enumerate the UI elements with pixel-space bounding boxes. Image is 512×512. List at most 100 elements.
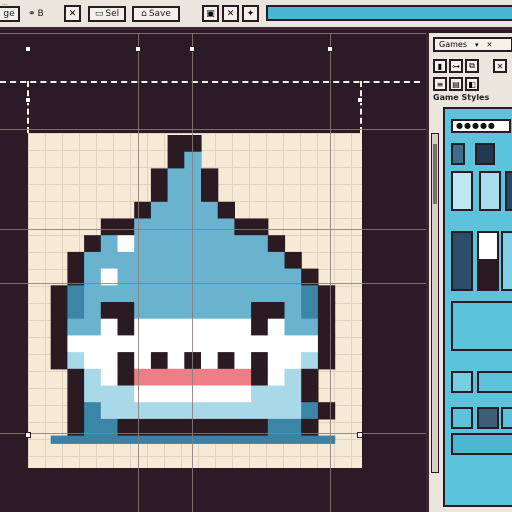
sprite-pixel <box>167 251 185 270</box>
copy-button[interactable]: ⧉ <box>465 59 479 73</box>
grid-line <box>0 229 426 230</box>
undo-button[interactable]: ⚭ B <box>28 6 44 22</box>
sprite-pixel <box>100 368 119 387</box>
sprite-pixel <box>217 285 235 303</box>
sprite-pixel <box>217 302 235 320</box>
sprite-pixel <box>234 235 252 253</box>
sprite-pixel <box>284 402 302 420</box>
sprite-pixel <box>217 402 235 420</box>
sprite-pixel <box>217 352 235 370</box>
sprite-pixel <box>251 235 269 253</box>
style-swatch[interactable] <box>477 371 512 393</box>
style-swatch[interactable] <box>501 231 512 291</box>
sprite-pixel <box>217 235 235 253</box>
sprite-pixel <box>100 352 119 370</box>
sprite-pixel <box>117 435 135 444</box>
sprite-pixel <box>217 251 235 270</box>
link-button[interactable]: ⊶ <box>449 59 463 73</box>
pixel-canvas[interactable] <box>28 133 362 468</box>
sprite-pixel <box>301 435 319 444</box>
style-swatch[interactable] <box>475 143 495 165</box>
panel-scrollbar[interactable] <box>431 133 439 473</box>
sprite-pixel <box>234 285 252 303</box>
sprite-pixel <box>234 318 252 336</box>
sprite-pixel <box>67 302 85 320</box>
sprite-pixel <box>201 335 219 353</box>
style-swatch[interactable] <box>501 407 512 429</box>
edge-button[interactable]: ge <box>0 6 20 22</box>
sprite-pixel <box>234 335 252 353</box>
delete-button[interactable]: ✕ <box>493 59 507 73</box>
resize-handle[interactable] <box>25 46 31 52</box>
style-swatch[interactable] <box>451 301 512 351</box>
sprite-pixel <box>150 368 169 387</box>
sprite-pixel <box>67 335 85 353</box>
sprite-pixel <box>84 352 102 370</box>
sprite-pixel <box>150 235 169 253</box>
sprite-pixel <box>217 368 235 387</box>
fill-icon: ◧ <box>468 79 476 89</box>
edge-label: ge <box>3 9 15 19</box>
sprite-pixel <box>267 385 286 403</box>
sprite-pixel <box>50 435 68 444</box>
resize-handle[interactable] <box>189 46 195 52</box>
resize-handle[interactable] <box>25 97 31 103</box>
sprite-pixel <box>117 302 135 320</box>
resize-handle[interactable] <box>135 46 141 52</box>
sprite-pixel <box>284 435 302 444</box>
sprite-pixel <box>134 318 152 336</box>
sprite-pixel <box>317 285 336 303</box>
sprite-pixel <box>301 368 319 387</box>
sprite-pixel <box>251 335 269 353</box>
games-dropdown[interactable]: Games ▾ ✕ <box>433 37 512 52</box>
sprite-pixel <box>301 302 319 320</box>
style-swatch[interactable] <box>479 171 501 211</box>
save-button[interactable]: ⌂ Save <box>132 6 180 22</box>
sprite-pixel <box>301 318 319 336</box>
layers-button[interactable]: ≡ <box>433 77 447 91</box>
canvas-workspace[interactable] <box>0 33 426 512</box>
sprite-pixel <box>217 435 235 444</box>
sprite-pixel <box>251 402 269 420</box>
fill-button[interactable]: ◧ <box>465 77 479 91</box>
resize-handle[interactable] <box>25 432 31 438</box>
lock-button[interactable]: ▮ <box>433 59 447 73</box>
resize-handle[interactable] <box>357 432 363 438</box>
style-swatch[interactable] <box>477 231 499 261</box>
sprite-pixel <box>284 368 302 387</box>
color-bar[interactable] <box>266 5 512 21</box>
sprite-pixel <box>317 435 336 444</box>
grid-button[interactable]: ✕ <box>64 5 81 22</box>
sprite-pixel <box>301 402 319 420</box>
style-swatch[interactable] <box>451 433 512 455</box>
sprite-pixel <box>134 218 152 236</box>
resize-handle[interactable] <box>357 97 363 103</box>
sprite-pixel <box>201 201 219 220</box>
resize-handle[interactable] <box>327 46 333 52</box>
style-swatch[interactable] <box>451 371 473 393</box>
style-swatch[interactable] <box>505 171 512 211</box>
section-title: Game Styles <box>433 93 490 102</box>
style-swatch[interactable] <box>477 407 499 429</box>
image-button[interactable]: ▤ <box>449 77 463 91</box>
move-button[interactable]: ✦ <box>242 5 259 22</box>
sprite-pixel <box>167 368 185 387</box>
close-button[interactable]: ✕ <box>222 5 239 22</box>
sprite-pixel <box>117 352 135 370</box>
scroll-thumb[interactable] <box>433 144 437 204</box>
style-swatch[interactable] <box>451 407 473 429</box>
sprite-pixel <box>217 201 235 220</box>
frame-button[interactable]: ▣ <box>202 5 219 22</box>
sprite-pixel <box>267 285 286 303</box>
sprite-pixel <box>167 235 185 253</box>
style-swatch[interactable] <box>451 171 473 211</box>
style-swatch[interactable] <box>451 143 465 165</box>
grid-line <box>138 33 139 512</box>
style-swatch[interactable] <box>477 261 499 291</box>
sprite-pixel <box>150 435 169 444</box>
sprite-pixel <box>50 285 68 303</box>
style-swatch[interactable] <box>451 231 473 291</box>
select-button[interactable]: ▭ Sel <box>88 6 126 22</box>
style-search-input[interactable]: ●●●●● <box>451 119 511 133</box>
sprite-pixel <box>234 385 252 403</box>
